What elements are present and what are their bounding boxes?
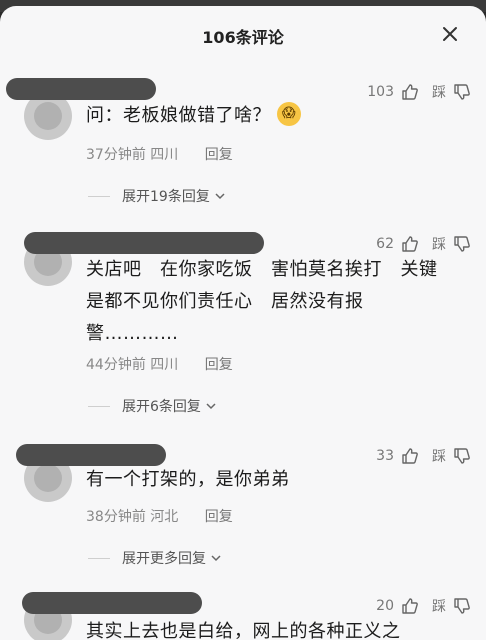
shocked-emoji-icon: 😱: [277, 102, 301, 126]
thumbs-up-icon: [402, 598, 418, 614]
close-icon: [443, 27, 457, 41]
comment-time: 37分钟前: [86, 147, 146, 163]
like-count: 20: [376, 598, 394, 614]
username-redacted: [16, 444, 166, 466]
comment-location: 四川: [150, 147, 179, 163]
thumbs-down-icon: [454, 448, 470, 464]
comment-meta: 37分钟前 四川 回复: [86, 144, 233, 164]
comment-meta: 38分钟前 河北 回复: [86, 506, 233, 526]
comment-actions: 103 踩: [367, 82, 472, 102]
like-count: 62: [376, 236, 394, 252]
comment-text-row: 问：老板娘做错了啥？ 😱: [86, 100, 452, 132]
reply-button[interactable]: 回复: [205, 509, 233, 525]
dislike-label: 踩: [432, 85, 446, 101]
comment-text: 问：老板娘做错了啥？: [86, 105, 271, 126]
thumbs-down-icon: [454, 598, 470, 614]
like-button[interactable]: [400, 446, 420, 466]
username-redacted: [24, 232, 264, 254]
divider: [88, 557, 110, 559]
comment-actions: 62 踩: [376, 234, 472, 254]
username-redacted: [22, 592, 202, 614]
dislike-label: 踩: [432, 449, 446, 465]
thumbs-down-icon: [454, 236, 470, 252]
expand-replies-label: 展开19条回复: [122, 189, 210, 205]
dislike-button[interactable]: [452, 596, 472, 616]
reply-button[interactable]: 回复: [205, 357, 233, 373]
chevron-down-icon: [210, 552, 222, 564]
dislike-label: 踩: [432, 237, 446, 253]
comment-time: 44分钟前: [86, 357, 146, 373]
dislike-button[interactable]: [452, 234, 472, 254]
comment-text: 其实上去也是白给，网上的各种正义之: [86, 621, 401, 640]
divider: [88, 195, 110, 197]
comment-text: 关店吧 在你家吃饭 害怕莫名挨打 关键是都不见你们责任心 居然没有报警…………: [86, 259, 438, 344]
comments-count-title: 106条评论: [202, 28, 284, 47]
dislike-button[interactable]: [452, 446, 472, 466]
expand-replies-button[interactable]: 展开更多回复: [88, 548, 222, 568]
expand-replies-button[interactable]: 展开19条回复: [88, 186, 226, 206]
thumbs-up-icon: [402, 84, 418, 100]
sheet-header: 106条评论: [0, 6, 486, 60]
dislike-button[interactable]: [452, 82, 472, 102]
comment-text: 有一个打架的，是你弟弟: [86, 469, 290, 490]
username-redacted: [6, 78, 156, 100]
chevron-down-icon: [205, 400, 217, 412]
expand-replies-button[interactable]: 展开6条回复: [88, 396, 217, 416]
like-button[interactable]: [400, 596, 420, 616]
comment-time: 38分钟前: [86, 509, 146, 525]
like-button[interactable]: [400, 234, 420, 254]
comment-location: 四川: [150, 357, 179, 373]
like-count: 103: [367, 84, 394, 100]
comments-sheet: 106条评论 103 踩 问：老板娘做错了啥？ 😱 37分钟前 四川 回复 展开…: [0, 6, 486, 640]
comment-actions: 20 踩: [376, 596, 472, 616]
chevron-down-icon: [214, 190, 226, 202]
comment-location: 河北: [150, 509, 179, 525]
thumbs-down-icon: [454, 84, 470, 100]
expand-replies-label: 展开6条回复: [122, 399, 201, 415]
comment-meta: 44分钟前 四川 回复: [86, 354, 233, 374]
reply-button[interactable]: 回复: [205, 147, 233, 163]
comment-actions: 33 踩: [376, 446, 472, 466]
close-button[interactable]: [436, 20, 464, 48]
thumbs-up-icon: [402, 236, 418, 252]
like-button[interactable]: [400, 82, 420, 102]
divider: [88, 405, 110, 407]
like-count: 33: [376, 448, 394, 464]
expand-replies-label: 展开更多回复: [122, 551, 206, 567]
dislike-label: 踩: [432, 599, 446, 615]
thumbs-up-icon: [402, 448, 418, 464]
